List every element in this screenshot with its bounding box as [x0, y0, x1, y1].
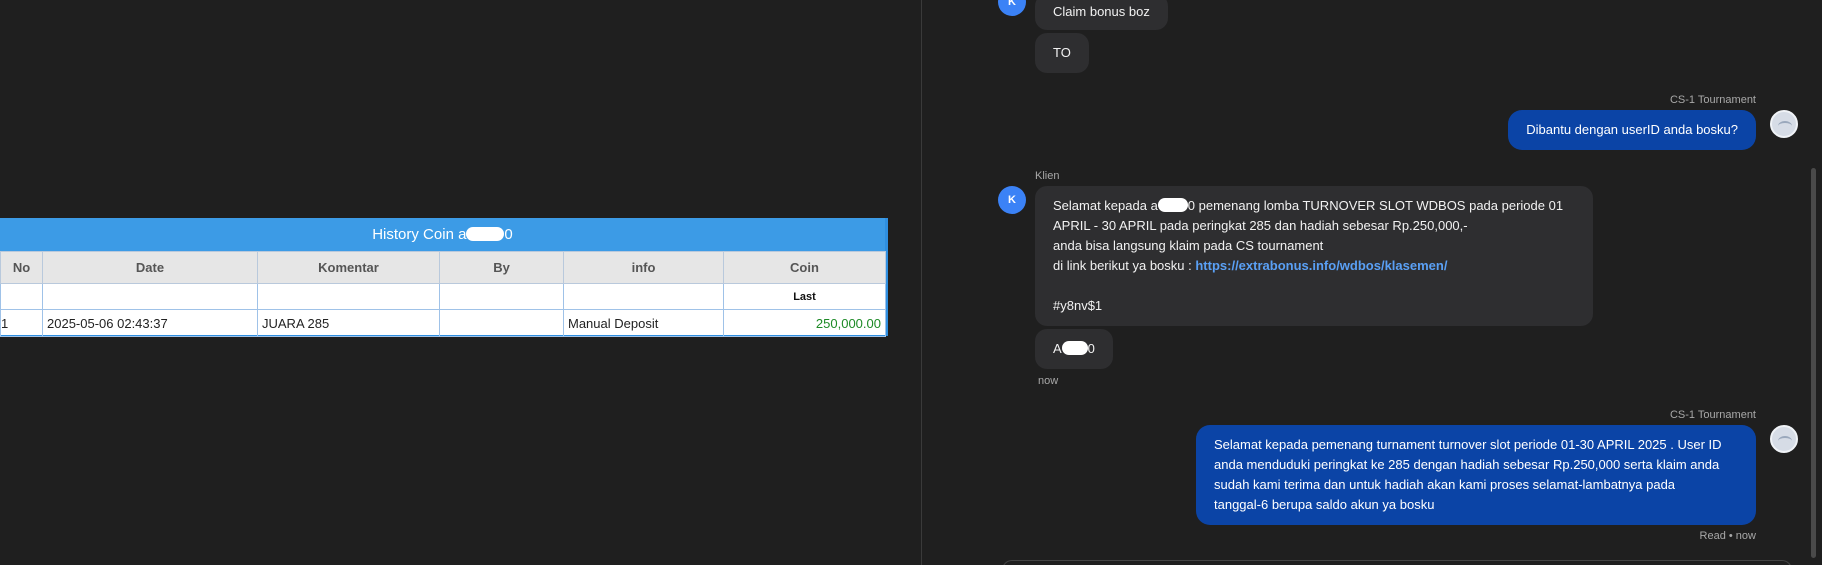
col-by[interactable]: By — [439, 251, 564, 284]
agent-name: CS-1 Tournament — [1669, 409, 1756, 421]
history-table: No Date Komentar By info Coin Last 1 202… — [0, 251, 886, 337]
klasemen-link[interactable]: https://extrabonus.info/wdbos/klasemen/ — [1195, 258, 1447, 273]
agent-message: Dibantu dengan userID anda bosku? — [1508, 110, 1756, 150]
chat-scrollbar[interactable] — [1811, 168, 1816, 558]
agent-avatar-icon — [1770, 425, 1798, 453]
agent-name: CS-1 Tournament — [1669, 94, 1756, 106]
redacted-mask — [466, 227, 505, 241]
cell-no: 1 — [0, 309, 43, 337]
redacted-mask — [1157, 198, 1188, 212]
table-row[interactable]: 1 2025-05-06 02:43:37 JUARA 285 Manual D… — [0, 309, 886, 337]
col-komentar[interactable]: Komentar — [257, 251, 440, 284]
client-message: Selamat kepada a0 pemenang lomba TURNOVE… — [1035, 186, 1593, 326]
table-header-row: No Date Komentar By info Coin — [0, 251, 886, 284]
col-date[interactable]: Date — [42, 251, 258, 284]
chat-panel: K Claim bonus boz TO CS-1 Tournament Dib… — [922, 0, 1822, 565]
client-message: Claim bonus boz — [1035, 0, 1168, 30]
client-label: Klien — [1035, 170, 1060, 182]
cell-by — [439, 309, 564, 337]
read-status: Read • now — [1699, 530, 1756, 542]
client-message: TO — [1035, 33, 1089, 73]
history-coin-panel: History Coin a0 No Date Komentar By info… — [0, 218, 888, 337]
history-title: History Coin a0 — [0, 218, 885, 251]
col-no[interactable]: No — [0, 251, 43, 284]
col-info[interactable]: info — [563, 251, 724, 284]
table-subheader-row: Last — [0, 283, 886, 310]
screen: History Coin a0 No Date Komentar By info… — [0, 0, 1822, 565]
client-avatar: K — [998, 186, 1026, 214]
coin-last-label: Last — [723, 283, 886, 310]
redacted-mask — [1061, 341, 1088, 355]
cell-komentar: JUARA 285 — [257, 309, 440, 337]
message-time: now — [1038, 375, 1059, 387]
cell-coin: 250,000.00 — [723, 309, 886, 337]
client-avatar: K — [998, 0, 1026, 16]
client-message: A0 — [1035, 329, 1113, 369]
message-input-area[interactable] — [1002, 560, 1792, 565]
cell-date: 2025-05-06 02:43:37 — [42, 309, 258, 337]
agent-message: Selamat kepada pemenang turnament turnov… — [1196, 425, 1756, 525]
agent-avatar-icon — [1770, 110, 1798, 138]
col-coin[interactable]: Coin — [723, 251, 886, 284]
cell-info: Manual Deposit — [563, 309, 724, 337]
